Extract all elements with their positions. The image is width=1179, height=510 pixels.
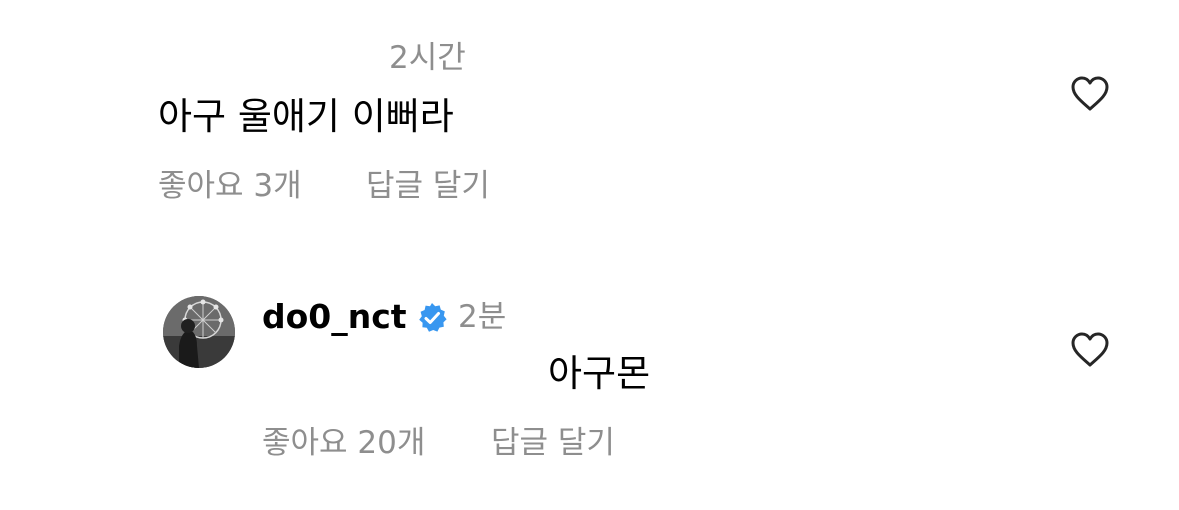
comment-timestamp: 2분 — [458, 299, 507, 335]
heart-outline-icon — [1071, 76, 1109, 111]
reply-button[interactable]: 답글 달기 — [491, 423, 615, 463]
comment-text: 아구몬 — [548, 352, 651, 395]
like-button[interactable] — [1071, 332, 1109, 368]
comment-text: 아구 울애기 이뻐라 — [158, 95, 454, 138]
like-button[interactable] — [1071, 76, 1109, 112]
heart-outline-icon — [1071, 332, 1109, 367]
avatar[interactable] — [163, 296, 235, 368]
comment-likes-count[interactable]: 좋아요 20개 — [262, 423, 425, 463]
avatar-image — [163, 296, 235, 368]
comment-likes-count[interactable]: 좋아요 3개 — [158, 166, 302, 206]
username[interactable]: do0_nct — [262, 296, 407, 338]
verified-badge-icon — [416, 302, 448, 334]
comment-timestamp: 2시간 — [389, 40, 466, 76]
reply-button[interactable]: 답글 달기 — [366, 166, 490, 206]
